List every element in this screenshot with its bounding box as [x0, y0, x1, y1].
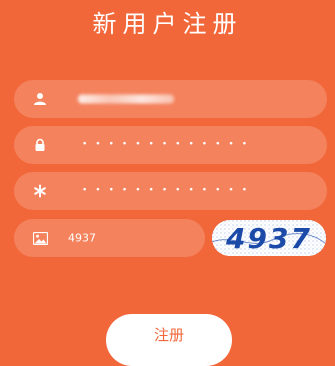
image-icon — [32, 230, 48, 246]
captcha-graphic: 4937 — [212, 220, 326, 256]
username-value-obscured — [78, 94, 174, 104]
register-button[interactable]: 注册 — [106, 314, 232, 366]
password-field[interactable]: ••••••••••••• — [14, 126, 327, 164]
confirm-password-field[interactable]: ••••••••••••• — [14, 172, 327, 210]
captcha-image-text: 4937 — [225, 222, 312, 255]
password-masked-value: ••••••••••••• — [82, 139, 256, 150]
asterisk-icon — [32, 183, 48, 199]
lock-icon — [32, 137, 48, 153]
captcha-value: 4937 — [68, 231, 96, 245]
captcha-image[interactable]: 4937 — [212, 220, 326, 256]
page-title: 新用户注册 — [92, 10, 243, 38]
username-field[interactable] — [14, 80, 327, 118]
confirm-password-masked-value: ••••••••••••• — [82, 185, 256, 196]
captcha-input[interactable]: 4937 — [14, 219, 205, 257]
user-icon — [32, 91, 48, 107]
